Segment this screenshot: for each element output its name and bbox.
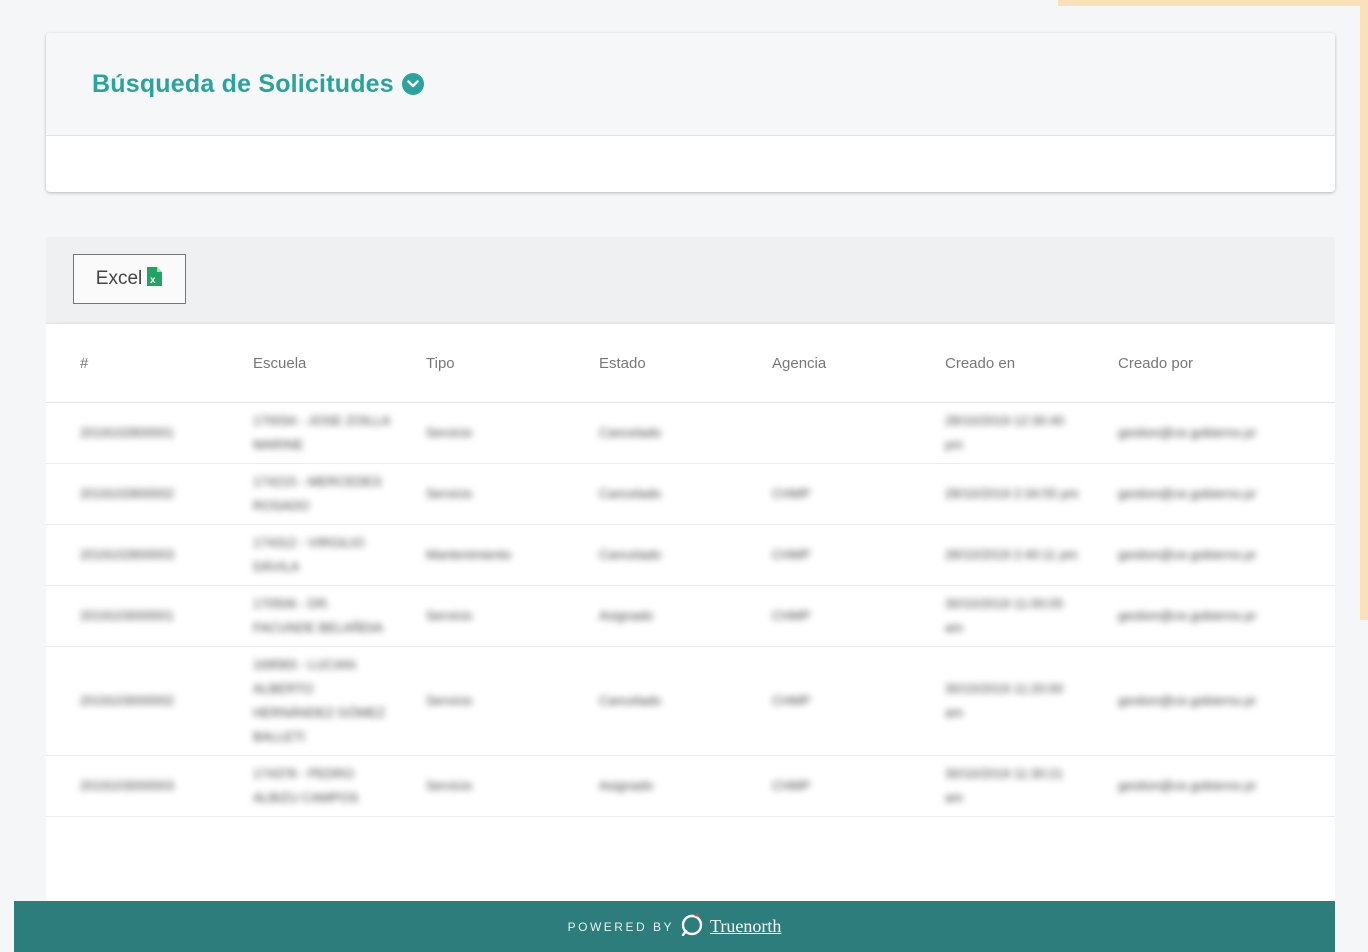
table-row[interactable]: 2019103000003 174378 - PEDRO ALBIZU CAMP… xyxy=(46,755,1335,817)
cell-creado-en: 28/10/2019 12:30:40 pm xyxy=(911,402,1084,464)
cell-number: 2019102800002 xyxy=(46,463,219,525)
table-row[interactable]: 2019103000002 169583 - LUCIAN ALBERTO HE… xyxy=(46,646,1335,756)
cell-agencia: CHMP xyxy=(738,463,911,525)
cell-creado-por: gestion@ce.gobierno.pr xyxy=(1084,402,1335,464)
cell-number: 2019103000003 xyxy=(46,755,219,817)
cell-estado: Asignado xyxy=(565,755,738,817)
decorative-top-strip xyxy=(1058,0,1368,6)
column-header-number[interactable]: # xyxy=(46,324,219,403)
cell-estado: Cancelado xyxy=(565,524,738,586)
cell-tipo: Servicio xyxy=(392,463,565,525)
cell-estado: Cancelado xyxy=(565,646,738,756)
cell-escuela: 170506 - DR. FACUNDE BELAÑDIA xyxy=(219,585,392,647)
cell-creado-por: gestion@ce.gobierno.pr xyxy=(1084,463,1335,525)
cell-number: 2019103000001 xyxy=(46,585,219,647)
excel-export-button[interactable]: Excel x xyxy=(73,254,186,304)
cell-estado: Cancelado xyxy=(565,402,738,464)
svg-text:x: x xyxy=(150,275,156,286)
excel-file-icon: x xyxy=(146,266,163,293)
cell-escuela: 169583 - LUCIAN ALBERTO HERNÁNDEZ GÓMEZ … xyxy=(219,646,392,756)
cell-agencia: CHMP xyxy=(738,524,911,586)
cell-number: 2019102800003 xyxy=(46,524,219,586)
cell-creado-en: 28/10/2019 2:40:11 pm xyxy=(911,524,1084,586)
cell-number: 2019103000002 xyxy=(46,646,219,756)
brand-link[interactable]: Truenorth xyxy=(710,916,781,937)
column-header-creado-en[interactable]: Creado en xyxy=(911,324,1084,403)
cell-escuela: 174215 - MERCEDES ROSADO xyxy=(219,463,392,525)
table-row[interactable]: 2019102800002 174215 - MERCEDES ROSADO S… xyxy=(46,463,1335,525)
cell-escuela: 174378 - PEDRO ALBIZU CAMPOS xyxy=(219,755,392,817)
footer-bar: POWERED BY Truenorth xyxy=(14,901,1335,952)
table-row[interactable]: 2019103000001 170506 - DR. FACUNDE BELAÑ… xyxy=(46,585,1335,647)
cell-tipo: Servicio xyxy=(392,646,565,756)
cell-number: 2019102800001 xyxy=(46,402,219,464)
powered-by-label: POWERED BY xyxy=(567,919,674,934)
cell-creado-en: 30/10/2019 11:20:00 am xyxy=(911,646,1084,756)
cell-tipo: Servicio xyxy=(392,755,565,817)
cell-creado-en: 30/10/2019 11:00:05 am xyxy=(911,585,1084,647)
column-header-tipo[interactable]: Tipo xyxy=(392,324,565,403)
decorative-side-strip xyxy=(1360,0,1368,620)
cell-tipo: Servicio xyxy=(392,402,565,464)
table-row[interactable]: 2019102800001 170034 - JOSE ZOILLA MARIN… xyxy=(46,402,1335,464)
cell-escuela: 170034 - JOSE ZOILLA MARINE xyxy=(219,402,392,464)
cell-tipo: Servicio xyxy=(392,585,565,647)
cell-agencia: CHMP xyxy=(738,646,911,756)
table-row[interactable]: 2019102800003 174312 - VIRGILIO DÁVILA M… xyxy=(46,524,1335,586)
results-table: # Escuela Tipo Estado Agencia Creado en … xyxy=(46,324,1335,817)
cell-estado: Cancelado xyxy=(565,463,738,525)
cell-estado: Asignado xyxy=(565,585,738,647)
table-header-row: # Escuela Tipo Estado Agencia Creado en … xyxy=(46,324,1335,403)
column-header-escuela[interactable]: Escuela xyxy=(219,324,392,403)
column-header-estado[interactable]: Estado xyxy=(565,324,738,403)
column-header-creado-por[interactable]: Creado por xyxy=(1084,324,1335,403)
cell-tipo: Mantenimiento xyxy=(392,524,565,586)
cell-creado-por: gestion@ce.gobierno.pr xyxy=(1084,585,1335,647)
excel-button-label: Excel xyxy=(95,268,143,289)
chevron-down-circle-icon[interactable] xyxy=(401,73,424,95)
cell-creado-en: 30/10/2019 11:30:21 am xyxy=(911,755,1084,817)
results-table-card: # Escuela Tipo Estado Agencia Creado en … xyxy=(46,324,1335,902)
cell-agencia: CHMP xyxy=(738,755,911,817)
search-panel-header[interactable]: Búsqueda de Solicitudes xyxy=(46,33,1335,136)
cell-creado-en: 28/10/2019 2:34:55 pm xyxy=(911,463,1084,525)
results-panel: Excel x # Escuela Tipo Estado Agencia Cr… xyxy=(46,237,1335,902)
search-panel: Búsqueda de Solicitudes xyxy=(46,33,1335,192)
search-title: Búsqueda de Solicitudes xyxy=(92,69,394,98)
cell-escuela: 174312 - VIRGILIO DÁVILA xyxy=(219,524,392,586)
cell-creado-por: gestion@ce.gobierno.pr xyxy=(1084,646,1335,756)
cell-creado-por: gestion@ce.gobierno.pr xyxy=(1084,524,1335,586)
truenorth-logo-icon xyxy=(680,912,706,941)
cell-agencia xyxy=(738,402,911,464)
column-header-agencia[interactable]: Agencia xyxy=(738,324,911,403)
cell-creado-por: gestion@ce.gobierno.pr xyxy=(1084,755,1335,817)
cell-agencia: CHMP xyxy=(738,585,911,647)
